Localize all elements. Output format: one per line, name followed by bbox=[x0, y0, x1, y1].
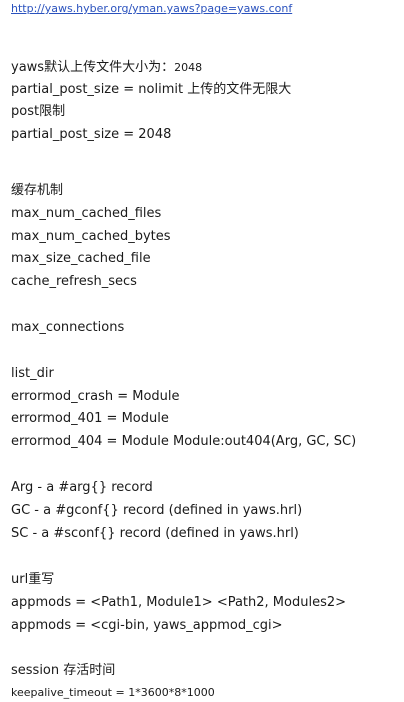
upload-default-text: yaws默认上传文件大小为：2048 bbox=[11, 59, 202, 77]
cache-item-max-num-cached-files: max_num_cached_files bbox=[11, 206, 162, 221]
cache-item-cache-refresh-secs: cache_refresh_secs bbox=[11, 274, 137, 289]
post-limit-line: post限制 bbox=[11, 104, 66, 119]
errormod-404-line: errormod_404 = Module Module:out404(Arg,… bbox=[11, 434, 357, 449]
appmods-line-2: appmods = <cgi-bin, yaws_appmod_cgi> bbox=[11, 618, 283, 633]
list-dir-line: list_dir bbox=[11, 366, 54, 381]
yaws-conf-link[interactable]: http://yaws.hyber.org/yman.yaws?page=yaw… bbox=[11, 0, 292, 18]
upload-default-value: 2048 bbox=[174, 61, 203, 74]
errormod-401-line: errormod_401 = Module bbox=[11, 411, 169, 426]
session-label: session 存活时间 bbox=[11, 663, 116, 678]
post-size-nolimit-line: partial_post_size = nolimit 上传的文件无限大 bbox=[11, 82, 292, 97]
url-rewrite-heading: url重写 bbox=[11, 572, 55, 587]
errormod-crash-line: errormod_crash = Module bbox=[11, 389, 180, 404]
cache-item-max-size-cached-file: max_size_cached_file bbox=[11, 251, 151, 266]
upload-default-label: yaws默认上传文件大小为： bbox=[11, 60, 175, 75]
post-size-2048-line: partial_post_size = 2048 bbox=[11, 127, 172, 142]
sc-desc-line: SC - a #sconf{} record (defined in yaws.… bbox=[11, 526, 299, 541]
cache-item-max-num-cached-bytes: max_num_cached_bytes bbox=[11, 229, 171, 244]
appmods-line-1: appmods = <Path1, Module1> <Path2, Modul… bbox=[11, 595, 347, 610]
arg-desc-line: Arg - a #arg{} record bbox=[11, 480, 153, 495]
max-connections-line: max_connections bbox=[11, 320, 125, 335]
keepalive-timeout-line: keepalive_timeout = 1*3600*8*1000 bbox=[11, 686, 215, 699]
cache-heading: 缓存机制 bbox=[11, 183, 64, 198]
gc-desc-line: GC - a #gconf{} record (defined in yaws.… bbox=[11, 503, 303, 518]
